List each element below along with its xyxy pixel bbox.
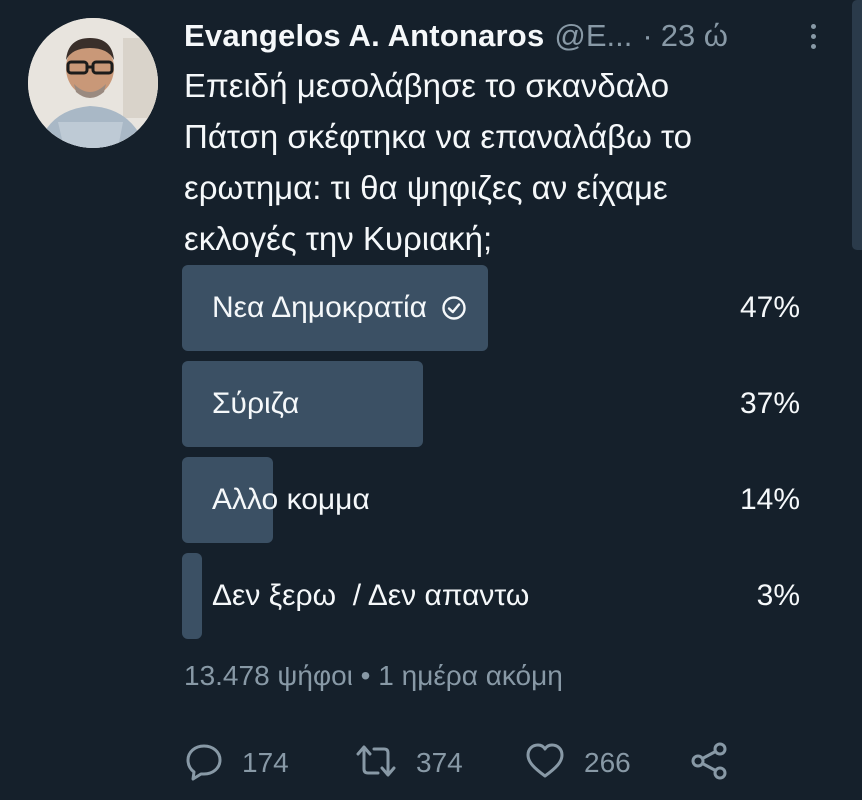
like-count: 266 bbox=[584, 747, 631, 778]
reply-icon bbox=[184, 741, 224, 786]
retweet-button[interactable]: 374 bbox=[354, 740, 463, 786]
retweet-count: 374 bbox=[416, 747, 463, 778]
poll-option-label: Νεα Δημοκρατία bbox=[212, 291, 428, 324]
poll-option-percent: 47% bbox=[739, 291, 800, 324]
like-button[interactable]: 266 bbox=[524, 740, 631, 786]
poll-option: Σύριζα 37% bbox=[182, 361, 802, 447]
poll-option-percent: 3% bbox=[756, 579, 800, 612]
poll-option-label: Σύριζα bbox=[212, 387, 300, 420]
poll-option-percent: 37% bbox=[739, 387, 800, 420]
poll-option: Νεα Δημοκρατία 47% bbox=[182, 265, 802, 351]
poll-option-label: Αλλο κομμα bbox=[212, 483, 370, 516]
more-vertical-icon[interactable] bbox=[805, 24, 821, 52]
tweet-text: Επειδή μεσολάβησε το σκανδαλο Πάτση σκέφ… bbox=[184, 67, 692, 257]
author-handle[interactable]: @E... bbox=[554, 18, 632, 54]
poll: Νεα Δημοκρατία 47% Σύριζα 37% Αλλο κομμα… bbox=[182, 265, 802, 649]
share-button[interactable] bbox=[689, 740, 729, 786]
poll-option: Δεν ξερω / Δεν απαντω 3% bbox=[182, 553, 802, 639]
poll-option: Αλλο κομμα 14% bbox=[182, 457, 802, 543]
tweet-header: Evangelos A. Antonaros @E... · 23 ώ bbox=[184, 14, 824, 58]
poll-bar bbox=[182, 553, 202, 639]
poll-option-label: Δεν ξερω / Δεν απαντω bbox=[212, 579, 530, 612]
check-circle-icon bbox=[441, 295, 467, 321]
poll-meta: 13.478 ψήφοι • 1 ημέρα ακόμη bbox=[184, 660, 563, 691]
reply-button[interactable]: 174 bbox=[184, 740, 289, 786]
tweet-time[interactable]: 23 ώ bbox=[661, 18, 728, 54]
poll-option-percent: 14% bbox=[739, 483, 800, 516]
reply-count: 174 bbox=[242, 747, 289, 778]
avatar[interactable] bbox=[28, 18, 158, 148]
separator-dot: · bbox=[642, 18, 653, 53]
retweet-icon bbox=[354, 741, 398, 786]
author-name[interactable]: Evangelos A. Antonaros bbox=[184, 18, 544, 54]
action-bar: 174 374 266 bbox=[184, 740, 744, 786]
share-icon bbox=[689, 741, 729, 786]
scrollbar[interactable] bbox=[852, 0, 862, 250]
heart-icon bbox=[524, 741, 566, 786]
